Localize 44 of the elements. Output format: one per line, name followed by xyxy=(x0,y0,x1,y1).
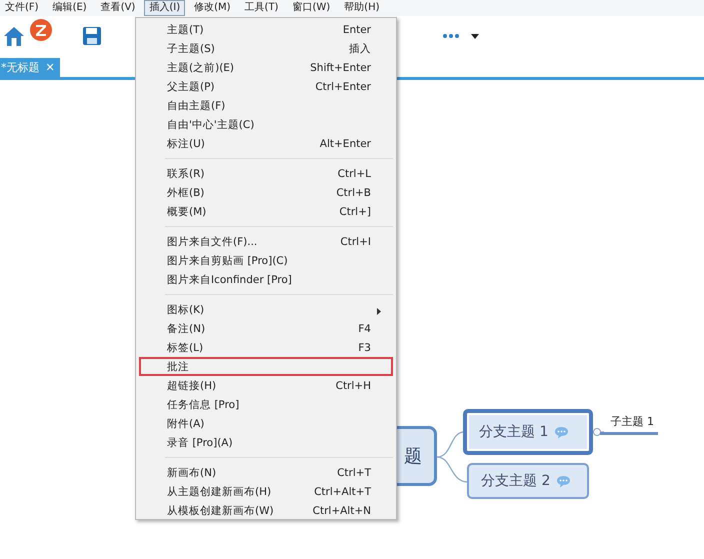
connector-line xyxy=(436,431,464,458)
menu-item[interactable]: 联系(R) Ctrl+L xyxy=(139,164,393,183)
menu-item[interactable]: 父主题(P) Ctrl+Enter xyxy=(139,77,393,96)
menu-bar-item[interactable]: 窗口(W) xyxy=(287,0,336,16)
menu-item[interactable]: 主题(T) Enter xyxy=(139,20,393,39)
menu-item[interactable]: 批注 xyxy=(139,357,393,376)
menu-item[interactable]: 超链接(H) Ctrl+H xyxy=(139,376,393,395)
menu-item[interactable]: 从主题创建新画布(H) Ctrl+Alt+T xyxy=(139,482,393,501)
menu-item[interactable]: 自由主题(F) xyxy=(139,96,393,115)
menu-item[interactable]: 概要(M) Ctrl+] xyxy=(139,202,393,221)
menu-item[interactable]: 图标(K) xyxy=(139,300,393,319)
menu-bar-item[interactable]: 修改(M) xyxy=(189,0,236,16)
menu-item[interactable]: 子主题(S) 插入 xyxy=(139,39,393,58)
menu-item[interactable]: 自由'中心'主题(C) xyxy=(139,115,393,134)
menu-bar-item[interactable]: 帮助(H) xyxy=(339,0,384,16)
topic-text: 题 xyxy=(404,445,422,468)
menu-item[interactable]: 录音 [Pro](A) xyxy=(139,433,393,452)
menu-bar-item[interactable]: 查看(V) xyxy=(96,0,140,16)
menu-item[interactable]: 标注(U) Alt+Enter xyxy=(139,134,393,153)
menu-bar-item[interactable]: 工具(T) xyxy=(240,0,284,16)
menu-item[interactable]: 新画布(N) Ctrl+T xyxy=(139,463,393,482)
menu-item[interactable]: 图片来自剪贴画 [Pro](C) xyxy=(139,251,393,270)
menu-bar-item[interactable]: 文件(F) xyxy=(0,0,44,16)
menu-item[interactable]: 图片来自Iconfinder [Pro] xyxy=(139,270,393,289)
menu-bar-item[interactable]: 编辑(E) xyxy=(48,0,92,16)
menu-bar-item[interactable]: 插入(I) xyxy=(144,0,186,16)
menu-item[interactable]: 主题(之前)(E) Shift+Enter xyxy=(139,58,393,77)
subtopic-connector xyxy=(593,428,604,436)
menu-item[interactable]: 标签(L) F3 xyxy=(139,338,393,357)
menu-item[interactable]: 附件(A) xyxy=(139,414,393,433)
menu-item[interactable]: 备注(N) F4 xyxy=(139,319,393,338)
more-icon[interactable] xyxy=(442,33,460,39)
connector-line xyxy=(436,456,468,483)
subtopic[interactable]: 子主题 1 xyxy=(600,414,658,435)
menu-item[interactable]: 任务信息 [Pro] xyxy=(139,395,393,414)
menu-item[interactable]: 从模板创建新画布(W) Ctrl+Alt+N xyxy=(139,501,393,520)
save-icon[interactable] xyxy=(82,26,102,46)
menu-item[interactable]: 图片来自文件(F)... Ctrl+I xyxy=(139,232,393,251)
home-icon[interactable] xyxy=(2,25,26,47)
branch-topic[interactable]: 分支主题 2 xyxy=(467,463,589,499)
caret-icon[interactable] xyxy=(471,34,479,38)
menu-item[interactable]: 外框(B) Ctrl+B xyxy=(139,183,393,202)
logo-icon xyxy=(30,19,52,41)
branch-topic[interactable]: 分支主题 1 xyxy=(463,409,593,455)
